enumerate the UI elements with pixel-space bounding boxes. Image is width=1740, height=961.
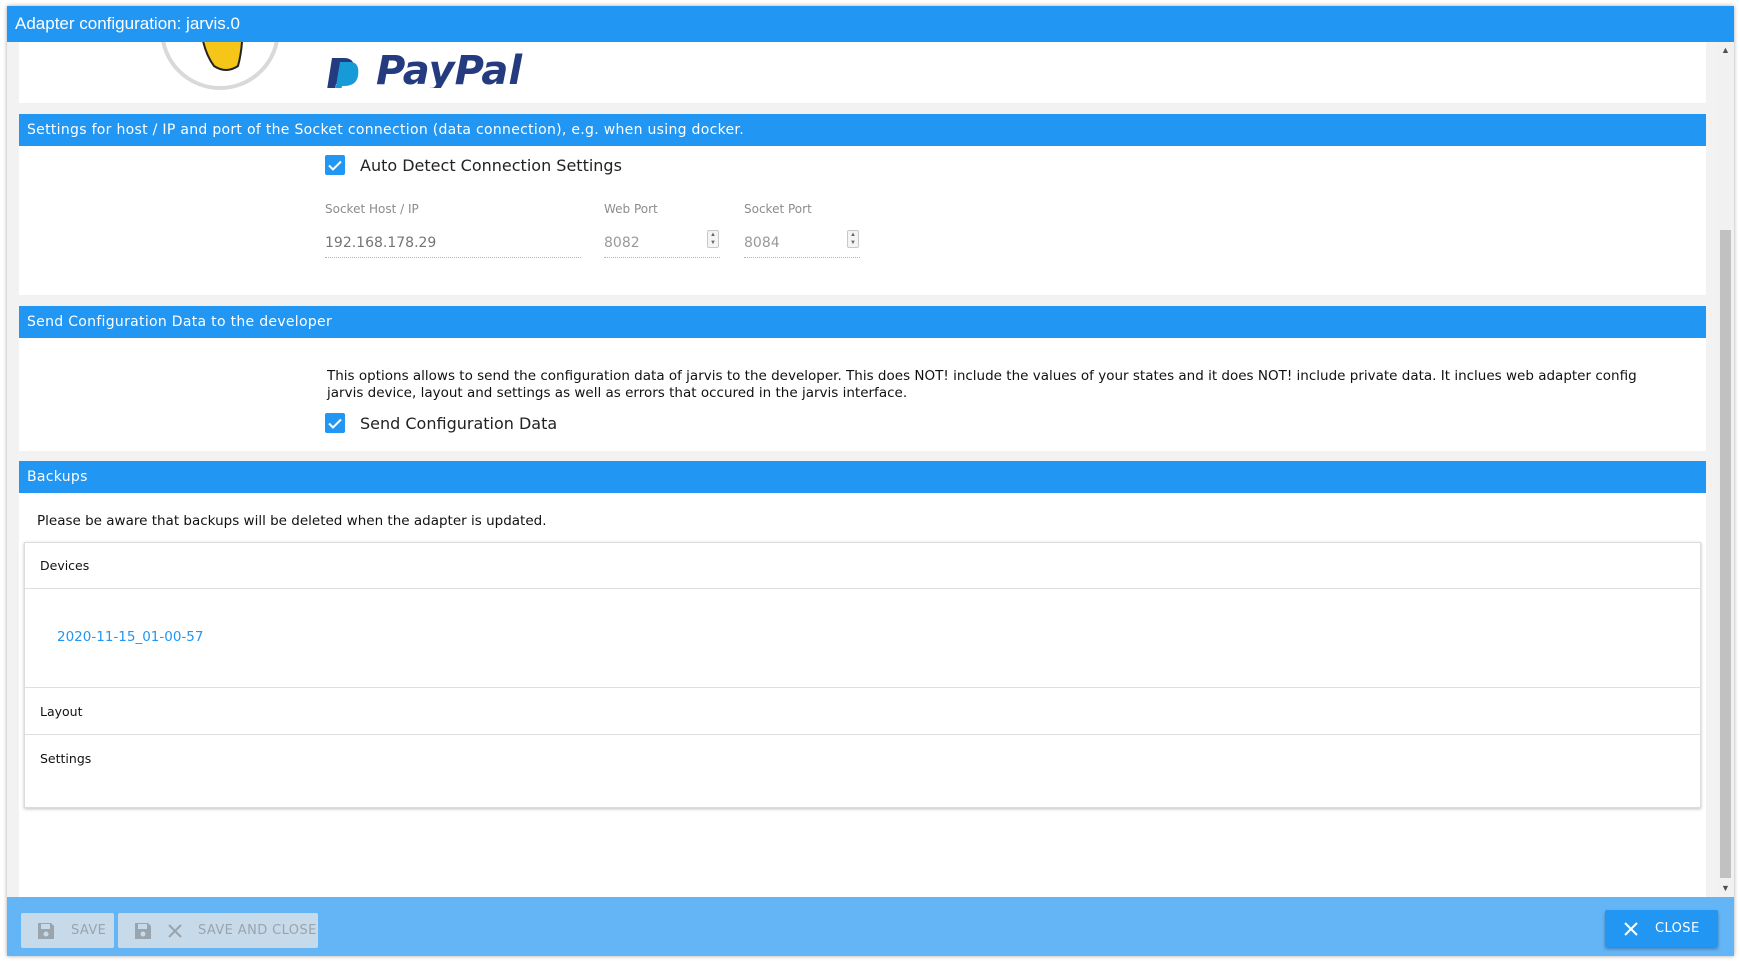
web-port-field: Web Port ▲▼ — [604, 202, 720, 262]
socket-port-field: Socket Port ▲▼ — [744, 202, 860, 262]
config-info-line-2: jarvis device, layout and settings as we… — [327, 385, 908, 401]
backups-list: Devices 2020-11-15_01-00-57 Layout Setti… — [24, 542, 1701, 808]
socket-port-label: Socket Port — [744, 202, 812, 216]
backups-group-devices-label: Devices — [40, 558, 90, 573]
socket-section-header: Settings for host / IP and port of the S… — [19, 114, 1706, 146]
save-and-close-button[interactable]: Save and close — [118, 913, 318, 948]
paypal-logo[interactable]: PayPal — [326, 42, 546, 88]
backups-group-layout-label: Layout — [40, 704, 83, 719]
web-port-spinner[interactable]: ▲ ▼ — [707, 230, 719, 248]
config-info-text: This options allows to send the configur… — [327, 368, 1687, 402]
vertical-scrollbar[interactable]: ▲ ▼ — [1717, 42, 1734, 897]
backup-entry-link[interactable]: 2020-11-15_01-00-57 — [57, 629, 203, 645]
send-config-label: Send Configuration Data — [360, 413, 558, 433]
scroll-up-arrow-icon[interactable]: ▲ — [1717, 42, 1734, 59]
socket-section-title: Settings for host / IP and port of the S… — [27, 122, 744, 138]
auto-detect-label: Auto Detect Connection Settings — [360, 155, 622, 175]
donate-panel: PayPal — [19, 42, 1706, 103]
save-button[interactable]: Save — [21, 913, 114, 948]
backups-group-layout[interactable]: Layout — [25, 688, 1700, 735]
socket-port-spinner[interactable]: ▲ ▼ — [847, 230, 859, 248]
backups-note: Please be aware that backups will be del… — [37, 513, 547, 529]
backups-devices-entries: 2020-11-15_01-00-57 — [25, 589, 1700, 688]
save-button-label: Save — [71, 923, 107, 938]
backups-group-devices[interactable]: Devices — [25, 543, 1700, 589]
close-x-icon — [168, 923, 182, 938]
save-and-close-label: Save and close — [198, 923, 317, 938]
dialog-footer: Save Save and close — [7, 897, 1734, 956]
config-dialog: Adapter configuration: jarvis.0 PayPal S… — [7, 6, 1734, 956]
socket-section-panel: Auto Detect Connection Settings Socket H… — [19, 146, 1706, 295]
close-x-icon — [1624, 921, 1638, 936]
close-button[interactable]: Close — [1605, 910, 1718, 947]
send-config-checkbox[interactable] — [325, 413, 345, 433]
auto-detect-checkbox[interactable] — [325, 155, 345, 175]
auto-detect-checkbox-row[interactable]: Auto Detect Connection Settings — [325, 153, 622, 177]
web-port-label: Web Port — [604, 202, 658, 216]
backups-section-header: Backups — [19, 461, 1706, 493]
scrollbar-thumb[interactable] — [1720, 230, 1731, 878]
dialog-title-bar: Adapter configuration: jarvis.0 — [7, 6, 1734, 42]
web-port-input[interactable] — [604, 228, 720, 258]
scroll-down-arrow-icon[interactable]: ▼ — [1717, 880, 1734, 897]
floppy-disk-icon — [134, 922, 152, 940]
socket-port-input[interactable] — [744, 228, 860, 258]
check-icon — [328, 160, 342, 171]
config-info-line-1: This options allows to send the configur… — [327, 368, 1637, 384]
backups-section-title: Backups — [27, 469, 88, 485]
dialog-title: Adapter configuration: jarvis.0 — [15, 14, 240, 33]
socket-host-field: Socket Host / IP — [325, 202, 581, 262]
check-icon — [328, 418, 342, 429]
content-scroll-area[interactable]: PayPal Settings for host / IP and port o… — [7, 42, 1717, 897]
backups-group-settings-label: Settings — [40, 751, 92, 766]
close-button-label: Close — [1655, 921, 1700, 936]
paypal-wordmark: PayPal — [376, 48, 523, 88]
backups-group-settings[interactable]: Settings — [25, 735, 1700, 782]
send-config-checkbox-row[interactable]: Send Configuration Data — [325, 411, 557, 435]
config-section-header: Send Configuration Data to the developer — [19, 306, 1706, 338]
socket-host-input[interactable] — [325, 228, 581, 258]
socket-host-label: Socket Host / IP — [325, 202, 419, 216]
jarvis-mascot-logo[interactable] — [156, 42, 284, 94]
config-section-title: Send Configuration Data to the developer — [27, 314, 333, 330]
floppy-disk-icon — [37, 922, 55, 940]
